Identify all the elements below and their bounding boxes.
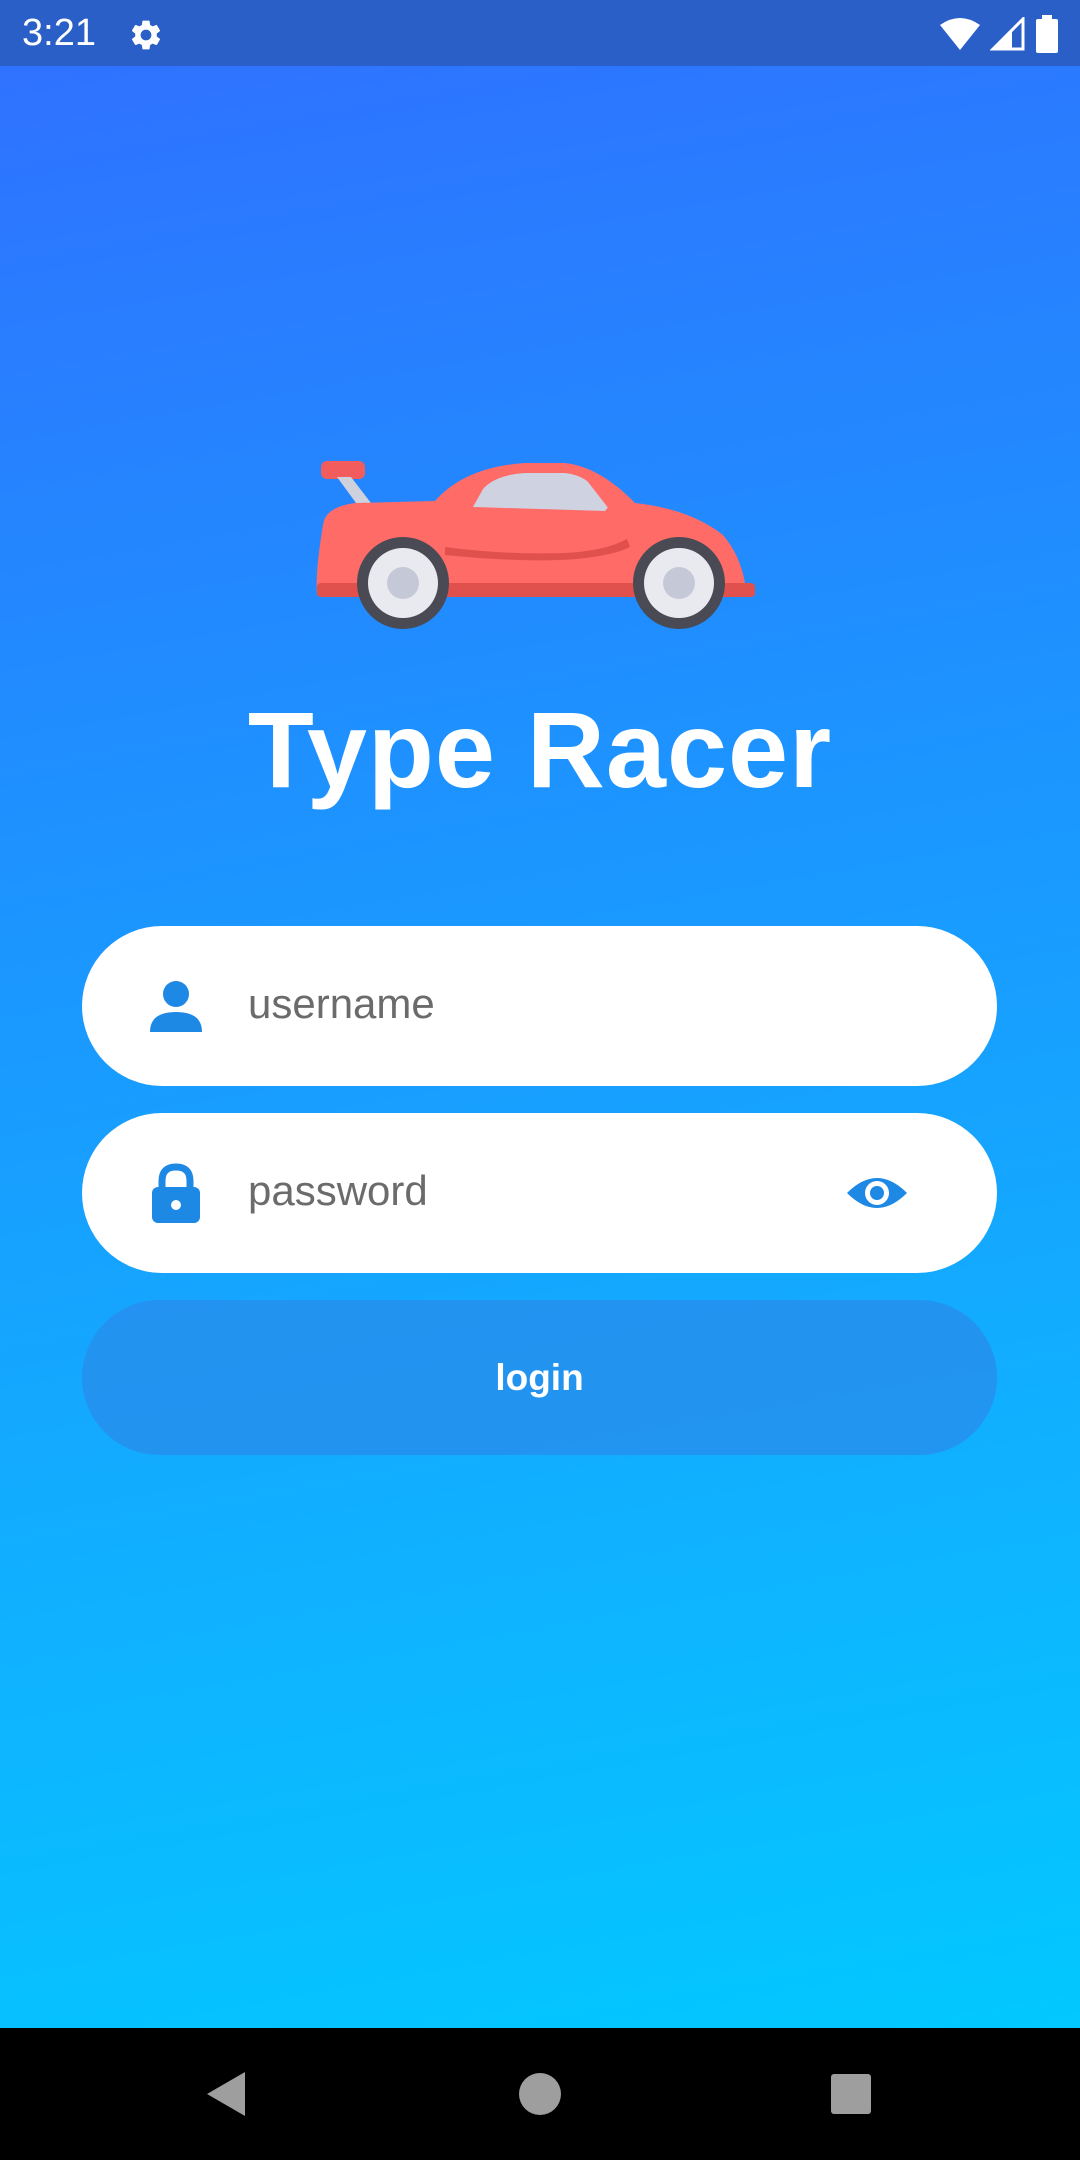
recents-icon[interactable] bbox=[829, 2072, 873, 2116]
lock-icon bbox=[152, 1163, 200, 1223]
settings-gear-icon bbox=[131, 20, 161, 50]
status-icons bbox=[940, 14, 1058, 54]
username-field[interactable] bbox=[82, 926, 997, 1086]
username-input[interactable] bbox=[248, 962, 808, 1046]
eye-icon[interactable] bbox=[845, 1171, 909, 1215]
password-field[interactable] bbox=[82, 1113, 997, 1273]
race-car-icon bbox=[316, 461, 755, 629]
back-icon[interactable] bbox=[205, 2070, 247, 2118]
battery-icon bbox=[1036, 15, 1058, 53]
password-input[interactable] bbox=[248, 1149, 808, 1233]
status-bar: 3:21 bbox=[0, 0, 1080, 66]
login-button[interactable]: login bbox=[82, 1300, 997, 1455]
app-title: Type Racer bbox=[247, 689, 833, 810]
wifi-icon bbox=[940, 18, 980, 50]
cell-signal-icon bbox=[990, 17, 1025, 51]
home-icon[interactable] bbox=[518, 2072, 562, 2116]
navigation-bar bbox=[0, 2028, 1080, 2160]
person-icon bbox=[150, 981, 202, 1032]
status-time: 3:21 bbox=[22, 12, 96, 54]
screen: 3:21 Type Racer username login bbox=[0, 0, 1080, 2160]
